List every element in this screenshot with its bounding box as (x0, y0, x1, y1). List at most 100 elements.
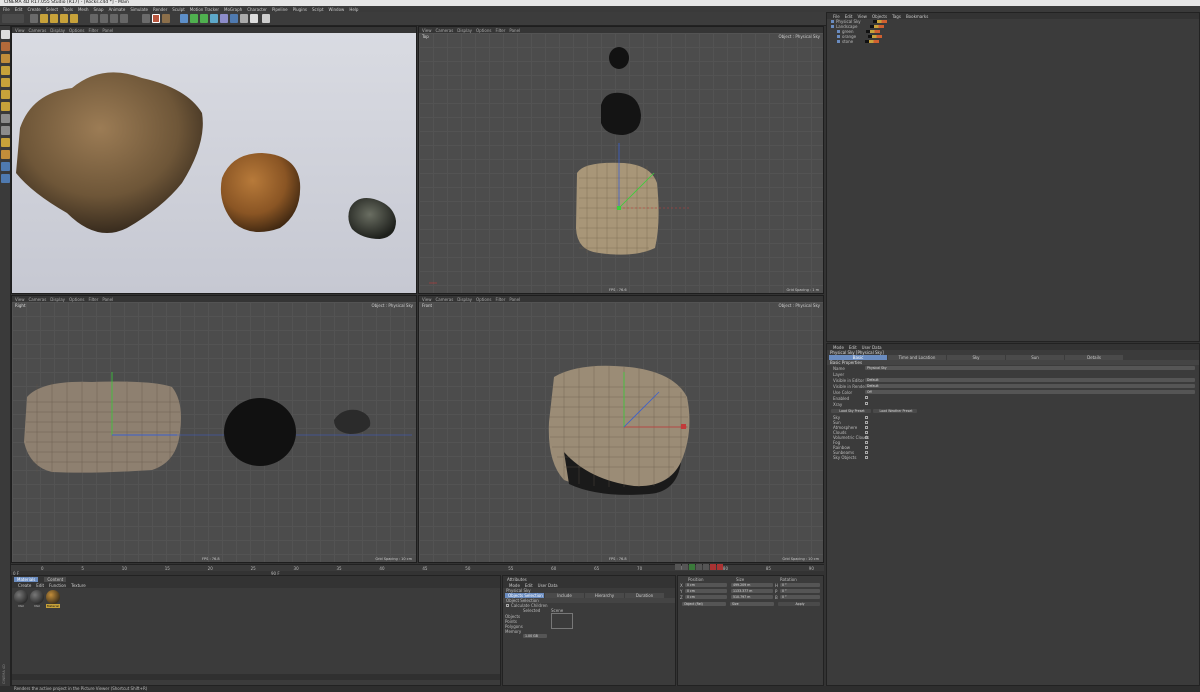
rotation-field[interactable]: 0 ° (780, 583, 820, 587)
model-mode-icon[interactable] (1, 42, 10, 51)
menu-item-window[interactable]: Window (329, 7, 345, 12)
next-frame-icon[interactable] (696, 564, 702, 570)
record-icon[interactable] (710, 564, 716, 570)
undo-redo-buttons[interactable] (2, 14, 24, 23)
check-box[interactable] (865, 436, 868, 439)
viewport-menu-panel[interactable]: Panel (102, 297, 113, 302)
goto-start-icon[interactable] (675, 564, 681, 570)
scale-tool-icon[interactable] (50, 14, 58, 23)
viewport-top[interactable]: View Cameras Display Options Filter Panel Top… (418, 26, 824, 294)
viewport-menu-display[interactable]: Display (457, 28, 472, 33)
live-selection-icon[interactable] (30, 14, 38, 23)
om-menu-file[interactable]: File (833, 14, 840, 19)
menu-item-help[interactable]: Help (349, 7, 358, 12)
menu-item-animate[interactable]: Animate (109, 7, 126, 12)
viewport-menu-display[interactable]: Display (50, 28, 65, 33)
viewport-menu-panel[interactable]: Panel (509, 297, 520, 302)
menu-item-motion-tracker[interactable]: Motion Tracker (190, 7, 219, 12)
menu-item-render[interactable]: Render (153, 7, 167, 12)
menu-item-plugins[interactable]: Plugins (293, 7, 307, 12)
material-tab-content[interactable]: Content (44, 576, 67, 582)
rotation-field[interactable]: 0 ° (780, 589, 820, 593)
material-swatch[interactable]: Mat (14, 590, 28, 608)
material-menu-create[interactable]: Create (18, 583, 31, 588)
rotate-tool-icon[interactable] (60, 14, 68, 23)
check-box[interactable] (865, 431, 868, 434)
check-box[interactable] (865, 426, 868, 429)
autokey-icon[interactable] (717, 564, 723, 570)
render-view-icon[interactable] (142, 14, 150, 23)
check-box[interactable] (865, 421, 868, 424)
polygons-mode-icon[interactable] (1, 102, 10, 111)
viewport-menu-filter[interactable]: Filter (495, 28, 505, 33)
extra-tool-icon[interactable] (262, 14, 270, 23)
size-field[interactable]: 499.209 m (731, 583, 773, 587)
render-settings-icon[interactable] (162, 14, 170, 23)
coordinate-system-icon[interactable] (120, 14, 128, 23)
property-field[interactable]: Off (865, 390, 1195, 394)
tweak-mode-icon[interactable] (1, 126, 10, 135)
property-checkbox[interactable] (865, 396, 868, 399)
solo-icon[interactable] (1, 174, 10, 183)
menu-item-file[interactable]: File (3, 7, 10, 12)
light-icon[interactable] (250, 14, 258, 23)
object-tags-icon[interactable] (872, 20, 887, 23)
nurbs-icon[interactable] (200, 14, 208, 23)
attr-menu-mode[interactable]: Mode (509, 583, 520, 588)
load-sky-preset-button[interactable]: Load Sky Preset (831, 409, 871, 413)
viewport-menu-options[interactable]: Options (476, 28, 491, 33)
viewport-menu-options[interactable]: Options (69, 28, 84, 33)
points-mode-icon[interactable] (1, 78, 10, 87)
viewport-right[interactable]: View Cameras Display Options Filter Panel Rig… (11, 295, 417, 563)
menu-item-pipeline[interactable]: Pipeline (272, 7, 288, 12)
check-box[interactable] (865, 441, 868, 444)
material-menu-texture[interactable]: Texture (71, 583, 86, 588)
viewport-menu-filter[interactable]: Filter (88, 297, 98, 302)
property-field[interactable]: Default (865, 384, 1195, 388)
edges-mode-icon[interactable] (1, 90, 10, 99)
am-menu-mode[interactable]: Mode (833, 345, 844, 350)
play-icon[interactable] (689, 564, 695, 570)
material-swatch[interactable]: Material (46, 590, 60, 608)
object-tags-icon[interactable] (869, 25, 884, 28)
position-field[interactable]: 0 cm (685, 595, 727, 599)
scene-icon[interactable] (230, 14, 238, 23)
position-field[interactable]: 0 cm (685, 583, 727, 587)
viewport-menu-options[interactable]: Options (69, 297, 84, 302)
om-menu-tags[interactable]: Tags (892, 14, 901, 19)
deformer-icon[interactable] (220, 14, 228, 23)
menu-item-mesh[interactable]: Mesh (78, 7, 89, 12)
recent-tools-icon[interactable] (70, 14, 78, 23)
material-swatch[interactable]: Mat (30, 590, 44, 608)
x-axis-lock-icon[interactable] (90, 14, 98, 23)
viewport-menu-filter[interactable]: Filter (495, 297, 505, 302)
make-editable-icon[interactable] (1, 30, 10, 39)
object-row[interactable]: stone (827, 39, 1199, 44)
viewport-front[interactable]: View Cameras Display Options Filter Panel Fro… (418, 295, 824, 563)
check-box[interactable] (865, 416, 868, 419)
object-tags-icon[interactable] (865, 30, 880, 33)
size-field[interactable]: 1133.377 m (731, 589, 773, 593)
attr-menu-user-data[interactable]: User Data (538, 583, 558, 588)
workplane-mode-icon[interactable] (1, 66, 10, 75)
viewport-perspective[interactable]: View Cameras Display Options Filter Panel (11, 26, 417, 294)
object-tags-icon[interactable] (865, 40, 880, 43)
viewport-menu-cameras[interactable]: Cameras (29, 297, 47, 302)
viewport-menu-display[interactable]: Display (457, 297, 472, 302)
y-axis-lock-icon[interactable] (100, 14, 108, 23)
om-menu-view[interactable]: View (857, 14, 867, 19)
snap-icon[interactable] (1, 138, 10, 147)
array-icon[interactable] (210, 14, 218, 23)
menu-item-tools[interactable]: Tools (63, 7, 73, 12)
material-tab-materials[interactable]: Materials (14, 576, 39, 582)
texture-mode-icon[interactable] (1, 54, 10, 63)
goto-end-icon[interactable] (703, 564, 709, 570)
menu-item-create[interactable]: Create (27, 7, 40, 12)
move-tool-icon[interactable] (40, 14, 48, 23)
camera-icon[interactable] (240, 14, 248, 23)
viewport-menu-view[interactable]: View (15, 28, 25, 33)
render-to-picture-viewer-icon[interactable] (152, 14, 160, 23)
om-menu-objects[interactable]: Objects (872, 14, 887, 19)
name-field[interactable]: Physical Sky (865, 366, 1195, 370)
am-menu-edit[interactable]: Edit (849, 345, 857, 350)
